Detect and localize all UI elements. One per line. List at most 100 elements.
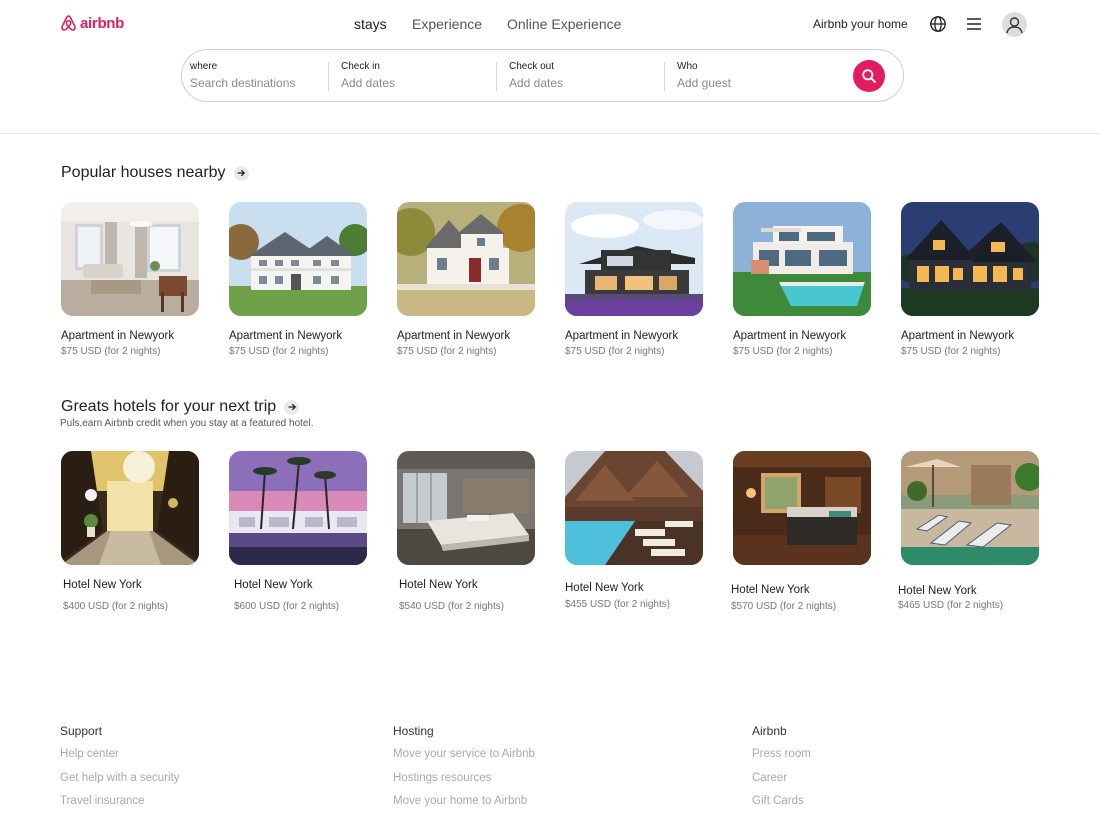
house-card[interactable]: Apartment in Newyork $75 USD (for 2 nigh… <box>565 202 703 357</box>
footer-link-career[interactable]: Career <box>752 772 811 796</box>
house-photo-cottage <box>397 202 535 316</box>
house-card-title: Apartment in Newyork <box>397 330 511 342</box>
hotel-card-price: $600 USD (for 2 nights) <box>234 601 340 612</box>
hotel-card-title: Hotel New York <box>731 584 810 596</box>
house-card[interactable]: Apartment in Newyork $75 USD (for 2 nigh… <box>61 202 199 357</box>
house-card-title: Apartment in Newyork <box>733 330 847 342</box>
hotel-card[interactable]: Hotel New York $540 USD (for 2 nights) <box>397 451 535 612</box>
where-placeholder: Search destinations <box>190 76 296 90</box>
hotel-photo-loungers <box>901 451 1039 565</box>
hotels-section-title: Greats hotels for your next trip <box>61 398 277 415</box>
footer-hosting-column: Hosting Move your service to Airbnb Host… <box>393 724 535 817</box>
house-photo-white-house <box>229 202 367 316</box>
airbnb-logo-text: airbnb <box>80 14 125 32</box>
footer-link-move-service[interactable]: Move your service to Airbnb <box>393 748 535 772</box>
footer-link-gift-cards[interactable]: Gift Cards <box>752 795 811 817</box>
house-card-price: $75 USD (for 2 nights) <box>61 346 161 357</box>
hotel-card-title: Hotel New York <box>898 585 977 597</box>
house-card-price: $75 USD (for 2 nights) <box>733 346 833 357</box>
hotel-card-price: $455 USD (for 2 nights) <box>565 599 671 610</box>
who-label: Who <box>677 61 698 72</box>
footer-support-heading: Support <box>60 724 103 738</box>
hotels-section-heading[interactable]: Greats hotels for your next trip <box>61 398 300 416</box>
check-out-field[interactable]: Check out Add dates <box>509 61 659 91</box>
footer-airbnb-column: Airbnb Press room Career Gift Cards <box>752 724 811 817</box>
hotel-card-title: Hotel New York <box>565 582 644 594</box>
hotel-card-title: Hotel New York <box>63 579 142 591</box>
where-field[interactable]: where Search destinations <box>190 61 320 91</box>
check-out-placeholder: Add dates <box>509 76 564 90</box>
house-card-title: Apartment in Newyork <box>901 330 1015 342</box>
house-card-price: $75 USD (for 2 nights) <box>565 346 665 357</box>
nav-stays[interactable]: stays <box>354 16 387 32</box>
search-bar: where Search destinations Check in Add d… <box>181 49 904 102</box>
arrow-right-icon[interactable] <box>284 399 300 415</box>
user-avatar[interactable] <box>1002 12 1027 37</box>
where-label: where <box>190 61 218 72</box>
hotel-card-price: $540 USD (for 2 nights) <box>399 601 505 612</box>
footer-airbnb-heading: Airbnb <box>752 724 787 738</box>
menu-icon[interactable] <box>966 16 982 32</box>
hotel-card-price: $400 USD (for 2 nights) <box>63 601 169 612</box>
hotel-photo-warm-bedroom <box>733 451 871 565</box>
search-divider <box>328 62 329 91</box>
house-card[interactable]: Apartment in Newyork $75 USD (for 2 nigh… <box>229 202 367 357</box>
airbnb-logo-icon <box>61 15 76 31</box>
user-icon <box>1006 17 1023 34</box>
house-photo-pool-villa <box>733 202 871 316</box>
house-photo-living-room <box>61 202 199 316</box>
house-photo-modern-dark <box>565 202 703 316</box>
arrow-right-icon[interactable] <box>233 165 249 181</box>
footer-link-hosting-resources[interactable]: Hostings resources <box>393 772 535 796</box>
footer-support-column: Support Help center Get help with a secu… <box>60 724 180 817</box>
hotel-card[interactable]: Hotel New York $570 USD (for 2 nights) <box>731 451 871 612</box>
hotel-photo-bedroom-grey <box>397 451 535 565</box>
nav-experience[interactable]: Experience <box>412 16 482 32</box>
who-placeholder: Add guest <box>677 76 732 90</box>
house-card[interactable]: Apartment in Newyork $75 USD (for 2 nigh… <box>733 202 871 357</box>
hotel-card-price: $465 USD (for 2 nights) <box>898 600 1004 611</box>
search-button[interactable] <box>853 60 885 92</box>
hotel-card-title: Hotel New York <box>399 579 478 591</box>
hotel-card-price: $570 USD (for 2 nights) <box>731 601 837 612</box>
who-field[interactable]: Who Add guest <box>677 61 827 91</box>
hotel-photo-palm-pool <box>229 451 367 565</box>
search-icon <box>862 69 876 83</box>
airbnb-logo[interactable]: airbnb <box>60 14 124 32</box>
check-in-label: Check in <box>341 61 380 72</box>
footer-link-help-center[interactable]: Help center <box>60 748 180 772</box>
hotel-photo-lobby <box>61 451 199 565</box>
footer-hosting-heading: Hosting <box>393 724 434 738</box>
house-card-price: $75 USD (for 2 nights) <box>901 346 1001 357</box>
search-divider <box>664 62 665 91</box>
footer-link-move-home[interactable]: Move your home to Airbnb <box>393 795 535 817</box>
hotel-card-title: Hotel New York <box>234 579 313 591</box>
house-card[interactable]: Apartment in Newyork $75 USD (for 2 nigh… <box>397 202 535 357</box>
top-header: airbnb stays Experience Online Experienc… <box>0 0 1100 134</box>
hotel-card[interactable]: Hotel New York $465 USD (for 2 nights) <box>898 451 1039 611</box>
check-in-field[interactable]: Check in Add dates <box>341 61 491 91</box>
house-card-price: $75 USD (for 2 nights) <box>397 346 497 357</box>
footer-link-security-help[interactable]: Get help with a security <box>60 772 180 796</box>
footer-link-press-room[interactable]: Press room <box>752 748 811 772</box>
house-card-title: Apartment in Newyork <box>61 330 175 342</box>
nav-online-experience[interactable]: Online Experience <box>507 16 621 32</box>
hotels-section-subtitle: Puls,earn Airbnb credit when you stay at… <box>60 418 314 429</box>
search-divider <box>496 62 497 91</box>
hotel-card[interactable]: Hotel New York $600 USD (for 2 nights) <box>229 451 367 612</box>
popular-section-heading[interactable]: Popular houses nearby <box>61 164 249 182</box>
check-in-placeholder: Add dates <box>341 76 396 90</box>
house-card[interactable]: Apartment in Newyork $75 USD (for 2 nigh… <box>901 202 1039 357</box>
house-photo-night-house <box>901 202 1039 316</box>
airbnb-your-home-link[interactable]: Airbnb your home <box>813 17 908 31</box>
hotel-card[interactable]: Hotel New York $400 USD (for 2 nights) <box>61 451 199 612</box>
footer-link-travel-insurance[interactable]: Travel insurance <box>60 795 180 817</box>
house-card-title: Apartment in Newyork <box>565 330 679 342</box>
house-card-price: $75 USD (for 2 nights) <box>229 346 329 357</box>
popular-section-title: Popular houses nearby <box>61 164 226 181</box>
house-card-title: Apartment in Newyork <box>229 330 343 342</box>
hotel-photo-resort-pool <box>565 451 703 565</box>
globe-icon[interactable] <box>929 15 947 33</box>
hotel-card[interactable]: Hotel New York $455 USD (for 2 nights) <box>565 451 703 610</box>
check-out-label: Check out <box>509 61 555 72</box>
